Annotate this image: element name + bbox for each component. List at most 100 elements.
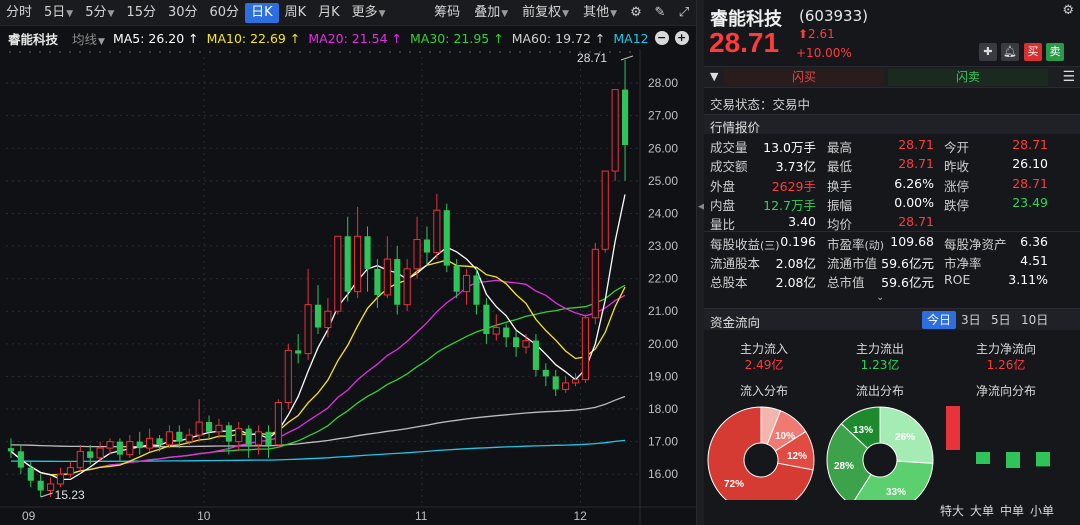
period-tab-active[interactable]: 日K — [245, 2, 279, 23]
tab-5day[interactable]: 5日 — [986, 311, 1016, 329]
grid-dot — [69, 51, 71, 53]
main-net-value: 1.26亿 — [986, 358, 1026, 372]
ma60-value: MA60: 19.72 ↑ — [511, 30, 606, 46]
quote-value: 28.71 — [1012, 175, 1048, 191]
period-tab[interactable]: 5日▼ — [38, 3, 79, 23]
grid-dot — [509, 51, 511, 53]
outflow-pie-label: 33% — [886, 487, 906, 498]
adjust-menu[interactable]: 前复权▼ — [515, 3, 576, 23]
candle-body-down — [364, 236, 371, 269]
period-tab[interactable]: 月K — [312, 3, 346, 23]
ma10-value: MA10: 22.69 ↑ — [206, 30, 301, 46]
y-tick-label: 26.00 — [648, 141, 678, 155]
quote-table: 成交量 13.0万手 最高 28.71 今开 28.71 成交额 3.73亿 最低 28.71 昨收… — [704, 135, 1080, 291]
avg-line-label: 均线 — [72, 31, 98, 47]
buy-button[interactable]: 买 — [1024, 43, 1042, 61]
more-label: 更多 — [351, 4, 378, 20]
grid-dot — [39, 51, 41, 53]
candle-body-up — [215, 424, 223, 433]
period-tab[interactable]: 15分 — [120, 3, 162, 23]
menu-icon[interactable]: ☰ — [1062, 69, 1075, 85]
candle-body-down — [453, 265, 460, 292]
grid-dot — [609, 51, 611, 53]
grid-dot — [519, 51, 521, 53]
period-label: 5分 — [85, 4, 107, 20]
minus-icon[interactable]: − — [654, 31, 669, 45]
flash-buy-button[interactable]: 闪买 — [724, 69, 884, 86]
inflow-pie-label: 72% — [724, 479, 744, 490]
x-tick-label: 10 — [197, 509, 211, 523]
main-inflow-label: 主力流入 — [739, 342, 788, 356]
candle-body-up — [492, 327, 500, 335]
sell-button[interactable]: 卖 — [1046, 43, 1064, 61]
candle-body-down — [295, 350, 302, 354]
quote-value: 0.196 — [780, 234, 816, 250]
more-menu[interactable]: 更多▼ — [346, 3, 392, 23]
quote-value: 2629手 — [771, 178, 816, 194]
grid-dot — [189, 51, 191, 53]
period-tab[interactable]: 5分▼ — [79, 3, 120, 23]
grid-dot — [499, 51, 501, 53]
bar-category-s: 小单 — [1030, 504, 1055, 518]
collapse-arrow-icon[interactable]: ▼ — [710, 70, 718, 83]
candle-body-down — [532, 340, 539, 370]
candle-body-down — [314, 304, 322, 328]
net-flow-bar — [946, 406, 960, 450]
grid-dot — [529, 51, 531, 53]
other-menu[interactable]: 其他▼ — [576, 3, 624, 23]
grid-dot — [159, 51, 161, 53]
candle-body-down — [473, 275, 480, 305]
quote-value: 0.00% — [894, 194, 934, 210]
quote-label: 涨停 — [944, 178, 970, 194]
candle-body-down — [344, 236, 351, 292]
tab-today[interactable]: 今日 — [922, 311, 957, 329]
panel-splitter[interactable]: ◀ — [696, 0, 705, 525]
chips-button[interactable]: 筹码 — [427, 3, 467, 23]
grid-dot — [469, 51, 471, 53]
main-net-label: 主力净流向 — [975, 342, 1036, 356]
y-tick-label: 18.00 — [648, 402, 678, 416]
quote-panel: 睿能科技 (603933) ⚙ 28.71 ⬆2.61 +10.00% ✚ 🔔︎… — [704, 0, 1080, 525]
plus-icon[interactable]: + — [674, 31, 689, 45]
quote-value: 3.11% — [1008, 272, 1048, 288]
period-tab[interactable]: 60分 — [204, 3, 246, 23]
pen-icon[interactable]: ✎ — [651, 4, 669, 22]
y-tick-label: 24.00 — [648, 206, 678, 220]
grid-dot — [349, 51, 351, 53]
tab-10day[interactable]: 10日 — [1016, 311, 1053, 329]
gear-icon[interactable]: ⚙ — [1062, 3, 1074, 18]
period-tab[interactable]: 30分 — [162, 3, 204, 23]
grid-dot — [559, 51, 561, 53]
toolbar-right: 筹码 叠加▼ 前复权▼ 其他▼ ⚙ ✎ ⤢ — [427, 3, 696, 23]
candle-body-up — [284, 349, 292, 403]
quote-value: 12.7万手 — [763, 197, 816, 213]
high-label: 28.71 — [577, 51, 607, 65]
grid-dot — [429, 51, 431, 53]
tab-3day[interactable]: 3日 — [956, 311, 986, 329]
candle-body-up — [601, 170, 609, 250]
candle-body-down — [225, 425, 232, 442]
candlestick-chart[interactable]: 28.00 27.00 26.00 25.00 24.00 23.00 22.00 21.00… — [0, 49, 696, 525]
chevron-down-icon[interactable]: ⌄ — [876, 292, 884, 303]
flash-sell-button[interactable]: 闪卖 — [888, 69, 1048, 86]
chevron-down-icon: ▼ — [107, 8, 115, 19]
bell-icon[interactable]: 🔔︎ — [1001, 43, 1019, 61]
quote-label: 跌停 — [944, 197, 970, 213]
grid-dot — [269, 51, 271, 53]
add-watchlist-button[interactable]: ✚ — [979, 43, 997, 61]
period-tab[interactable]: 周K — [279, 3, 313, 23]
candle-body-up — [581, 317, 589, 381]
overlay-menu[interactable]: 叠加▼ — [467, 3, 515, 23]
candle-body-up — [146, 437, 154, 449]
gear-icon[interactable]: ⚙ — [627, 4, 645, 22]
period-tab[interactable]: 分时 — [0, 3, 38, 23]
grid-dot — [359, 51, 361, 53]
grid-dot — [179, 51, 181, 53]
grid-dot — [439, 51, 441, 53]
quote-label: 总股本 — [710, 275, 748, 291]
candle-body-up — [403, 268, 411, 306]
avg-line-menu[interactable]: 均线▼ — [72, 29, 105, 48]
x-tick-label: 11 — [415, 509, 428, 523]
quote-value: 23.49 — [1012, 194, 1048, 210]
expand-icon[interactable]: ⤢ — [675, 4, 693, 22]
